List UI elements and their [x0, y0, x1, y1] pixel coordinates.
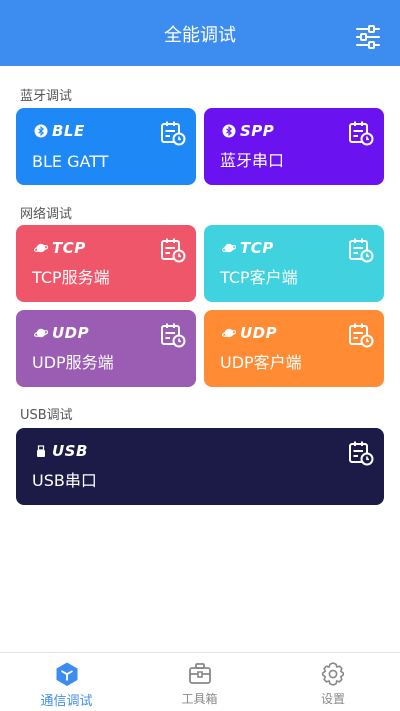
card-udp-server[interactable]: UDP UDP服务端	[16, 310, 196, 387]
bluetooth-icon	[34, 124, 48, 138]
card-tag: UDP	[222, 324, 277, 342]
tab-toolbox[interactable]: 工具箱	[133, 653, 266, 711]
section-label-network: 网络调试	[20, 207, 73, 222]
card-name: USB串口	[32, 471, 97, 490]
card-tag: SPP	[222, 122, 274, 140]
calendar-clock-icon	[161, 121, 186, 146]
card-ble-gatt[interactable]: BLE BLE GATT	[16, 108, 196, 185]
page-title: 全能调试	[164, 25, 236, 46]
toolbox-icon	[188, 663, 211, 684]
tab-settings[interactable]: 设置	[266, 653, 400, 711]
gear-icon	[322, 662, 344, 686]
card-name: UDP服务端	[32, 353, 114, 372]
tab-label: 工具箱	[181, 692, 218, 706]
app-header: 全能调试	[0, 0, 400, 66]
card-tag: TCP	[34, 239, 86, 257]
tab-label: 设置	[320, 692, 345, 706]
card-usb-serial[interactable]: USB USB串口	[16, 428, 384, 505]
card-udp-client[interactable]: UDP UDP客户端	[204, 310, 384, 387]
calendar-clock-icon	[349, 238, 374, 263]
card-tag: BLE	[34, 122, 85, 140]
card-name: TCP服务端	[32, 268, 110, 287]
card-name: BLE GATT	[32, 152, 109, 171]
bottom-tab-bar: 通信调试 工具箱 设置	[0, 652, 400, 711]
section-label-bluetooth: 蓝牙调试	[20, 89, 73, 104]
filter-sliders-icon[interactable]	[355, 24, 381, 50]
card-name: 蓝牙串口	[220, 151, 285, 170]
card-tcp-client[interactable]: TCP TCP客户端	[204, 225, 384, 302]
calendar-clock-icon	[161, 323, 186, 348]
usb-plug-icon	[37, 445, 45, 457]
section-label-usb: USB调试	[20, 408, 73, 423]
tab-label: 通信调试	[40, 694, 93, 709]
planet-icon	[222, 328, 236, 338]
planet-icon	[34, 243, 48, 253]
card-tag: TCP	[222, 239, 274, 257]
card-name: UDP客户端	[220, 353, 302, 372]
calendar-clock-icon	[349, 323, 374, 348]
card-tcp-server[interactable]: TCP TCP服务端	[16, 225, 196, 302]
calendar-clock-icon	[161, 238, 186, 263]
tab-comm-debug[interactable]: 通信调试	[0, 653, 133, 711]
bluetooth-icon	[222, 124, 236, 138]
card-tag: USB	[34, 442, 88, 460]
calendar-clock-icon	[349, 441, 374, 466]
card-name: TCP客户端	[220, 268, 298, 287]
planet-icon	[222, 243, 236, 253]
calendar-clock-icon	[349, 121, 374, 146]
planet-icon	[34, 328, 48, 338]
card-spp[interactable]: SPP 蓝牙串口	[204, 108, 384, 185]
cube-icon	[56, 662, 77, 686]
card-tag: UDP	[34, 324, 89, 342]
